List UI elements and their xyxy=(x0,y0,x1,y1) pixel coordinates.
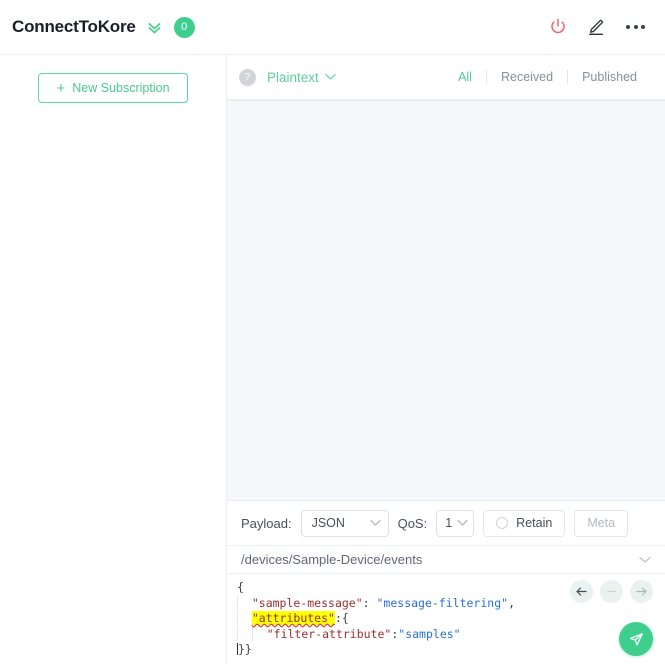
code-line-5: }} xyxy=(238,642,252,656)
qos-select[interactable]: 1 xyxy=(436,509,475,537)
messages-list[interactable] xyxy=(227,100,665,500)
payload-type-select[interactable]: JSON xyxy=(300,509,389,537)
header-actions xyxy=(548,17,647,37)
code-line-2-colon: : xyxy=(362,595,377,610)
messages-toolbar: ? Plaintext All Received Published xyxy=(227,55,665,100)
qos-label: QoS: xyxy=(397,515,428,531)
chevron-down-icon xyxy=(457,519,468,526)
send-button[interactable] xyxy=(619,622,653,656)
minus-icon[interactable] xyxy=(600,580,623,603)
code-line-1: { xyxy=(237,580,244,594)
topic-input[interactable]: /devices/Sample-Device/events xyxy=(241,552,639,567)
subscriptions-sidebar: + New Subscription xyxy=(0,55,227,664)
code-line-4-key: "filter-attribute" xyxy=(266,626,392,641)
composer-options-row: Payload: JSON QoS: 1 Retain Meta xyxy=(227,501,665,545)
arrow-left-icon[interactable] xyxy=(570,580,593,603)
question-mark-icon[interactable]: ? xyxy=(239,68,256,86)
tab-published[interactable]: Published xyxy=(568,70,651,85)
new-subscription-label: New Subscription xyxy=(72,81,170,95)
editor-nav-buttons xyxy=(570,580,653,603)
tab-received[interactable]: Received xyxy=(487,70,567,85)
code-line-4-value: "samples" xyxy=(398,626,461,641)
meta-button[interactable]: Meta xyxy=(574,509,629,537)
pencil-edit-icon[interactable] xyxy=(586,17,606,37)
code-line-3-rest: :{ xyxy=(334,611,349,625)
payload-editor[interactable]: { "sample-message": "message-filtering",… xyxy=(227,574,665,664)
app-body: + New Subscription ? Plaintext All Recei… xyxy=(0,55,665,664)
retain-radio-icon xyxy=(496,517,509,529)
topic-input-row[interactable]: /devices/Sample-Device/events xyxy=(227,545,665,574)
payload-format-selector[interactable]: Plaintext xyxy=(267,70,336,85)
payload-type-value: JSON xyxy=(311,516,345,530)
code-line-2-key: "sample-message" xyxy=(251,595,363,610)
code-line-2-comma: , xyxy=(508,595,515,610)
chevron-down-icon xyxy=(369,519,381,526)
page-title: ConnectToKore xyxy=(12,17,136,36)
code-line-3-key-highlighted: "attributes" xyxy=(251,611,335,625)
payload-format-label: Plaintext xyxy=(267,69,319,85)
header-left-group: ConnectToKore 0 xyxy=(12,16,195,38)
chevron-down-icon xyxy=(639,556,651,563)
message-composer: Payload: JSON QoS: 1 Retain Meta /device… xyxy=(227,500,665,664)
retain-toggle[interactable]: Retain xyxy=(483,509,566,537)
new-subscription-button[interactable]: + New Subscription xyxy=(38,73,188,103)
send-paper-plane-icon xyxy=(629,632,643,646)
plus-icon: + xyxy=(56,79,66,97)
meta-label: Meta xyxy=(587,516,616,530)
arrow-right-icon[interactable] xyxy=(630,580,653,603)
tab-all[interactable]: All xyxy=(444,70,486,85)
status-badge: 0 xyxy=(173,16,195,38)
chevron-down-icon xyxy=(325,73,336,80)
mqtt-client-window: ConnectToKore 0 + New Subscription ? Pla… xyxy=(0,0,665,664)
code-line-2-value: "message-filtering" xyxy=(376,595,509,610)
retain-label: Retain xyxy=(516,516,553,530)
power-icon[interactable] xyxy=(548,17,568,37)
app-header: ConnectToKore 0 xyxy=(0,0,665,55)
more-options-icon[interactable] xyxy=(624,19,647,35)
payload-label: Payload: xyxy=(241,515,292,531)
chevron-double-down-icon[interactable] xyxy=(146,18,164,36)
main-panel: ? Plaintext All Received Published Paylo… xyxy=(227,55,665,664)
qos-value: 1 xyxy=(445,516,453,530)
message-filter-tabs: All Received Published xyxy=(444,70,651,85)
